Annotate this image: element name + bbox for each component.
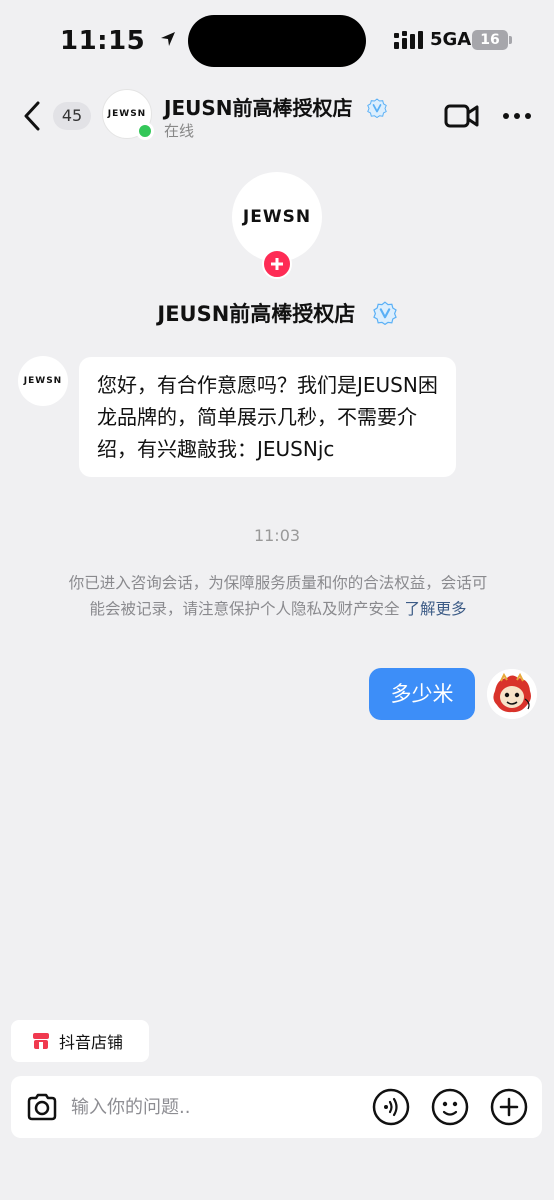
consultation-notice: 你已进入咨询会话，为保障服务质量和你的合法权益，会话可能会被记录，请注意保护个人… bbox=[62, 570, 494, 622]
profile-name: JEUSN前高棒授权店 bbox=[0, 298, 554, 328]
camera-icon[interactable] bbox=[25, 1090, 59, 1124]
header-title[interactable]: JEUSN前高棒授权店 bbox=[164, 92, 388, 121]
header-avatar-logo: JEWSN bbox=[107, 109, 147, 119]
battery-tip bbox=[509, 36, 512, 44]
sender-avatar[interactable]: JEWSN bbox=[18, 356, 68, 406]
outgoing-message-bubble[interactable]: 多少米 bbox=[369, 668, 475, 720]
store-chip-label: 抖音店铺 bbox=[59, 1033, 124, 1052]
follow-plus-button[interactable] bbox=[262, 249, 292, 279]
lion-mascot-icon bbox=[487, 669, 537, 719]
outgoing-message-text: 多少米 bbox=[390, 682, 454, 706]
signal-strength-icon bbox=[394, 31, 423, 49]
douyin-store-button[interactable]: 抖音店铺 bbox=[11, 1020, 149, 1062]
voice-input-icon[interactable] bbox=[372, 1088, 410, 1126]
location-arrow-icon bbox=[160, 32, 175, 46]
incoming-message-bubble[interactable]: 您好，有合作意愿吗？我们是JEUSN困龙品牌的，简单展示几秒，不需要介绍，有兴趣… bbox=[79, 357, 456, 477]
header-title-text: JEUSN前高棒授权店 bbox=[164, 96, 353, 120]
online-status-dot bbox=[136, 122, 154, 140]
status-bar: 11:15 5GA 16 bbox=[0, 0, 554, 86]
chat-header: 45 JEWSN JEUSN前高棒授权店 在线 bbox=[0, 86, 554, 146]
message-input[interactable] bbox=[71, 1089, 361, 1125]
store-icon bbox=[33, 1033, 49, 1049]
verified-badge-icon bbox=[372, 301, 397, 325]
video-call-icon[interactable] bbox=[444, 102, 480, 130]
network-type: 5GA bbox=[430, 29, 472, 50]
emoji-icon[interactable] bbox=[431, 1088, 469, 1126]
incoming-message-text: 您好，有合作意愿吗？我们是JEUSN困龙品牌的，简单展示几秒，不需要介绍，有兴趣… bbox=[97, 373, 438, 461]
unread-count-badge[interactable]: 45 bbox=[53, 102, 91, 130]
header-online-status: 在线 bbox=[164, 122, 195, 140]
profile-avatar-logo: JEWSN bbox=[242, 207, 312, 227]
sender-avatar-logo: JEWSN bbox=[23, 376, 63, 386]
more-options-icon[interactable] bbox=[502, 112, 532, 120]
back-chevron-icon[interactable] bbox=[18, 98, 46, 134]
battery-level: 16 bbox=[480, 32, 500, 48]
message-timestamp: 11:03 bbox=[253, 526, 301, 545]
plus-more-icon[interactable] bbox=[490, 1088, 528, 1126]
dynamic-island bbox=[188, 15, 366, 67]
profile-name-text: JEUSN前高棒授权店 bbox=[157, 302, 356, 326]
status-time: 11:15 bbox=[60, 26, 177, 56]
user-avatar[interactable] bbox=[487, 669, 537, 719]
learn-more-link[interactable]: 了解更多 bbox=[404, 600, 466, 618]
message-input-bar bbox=[11, 1076, 542, 1138]
battery-icon: 16 bbox=[472, 30, 508, 50]
verified-badge-icon bbox=[367, 98, 388, 118]
status-time-text: 11:15 bbox=[60, 26, 146, 56]
